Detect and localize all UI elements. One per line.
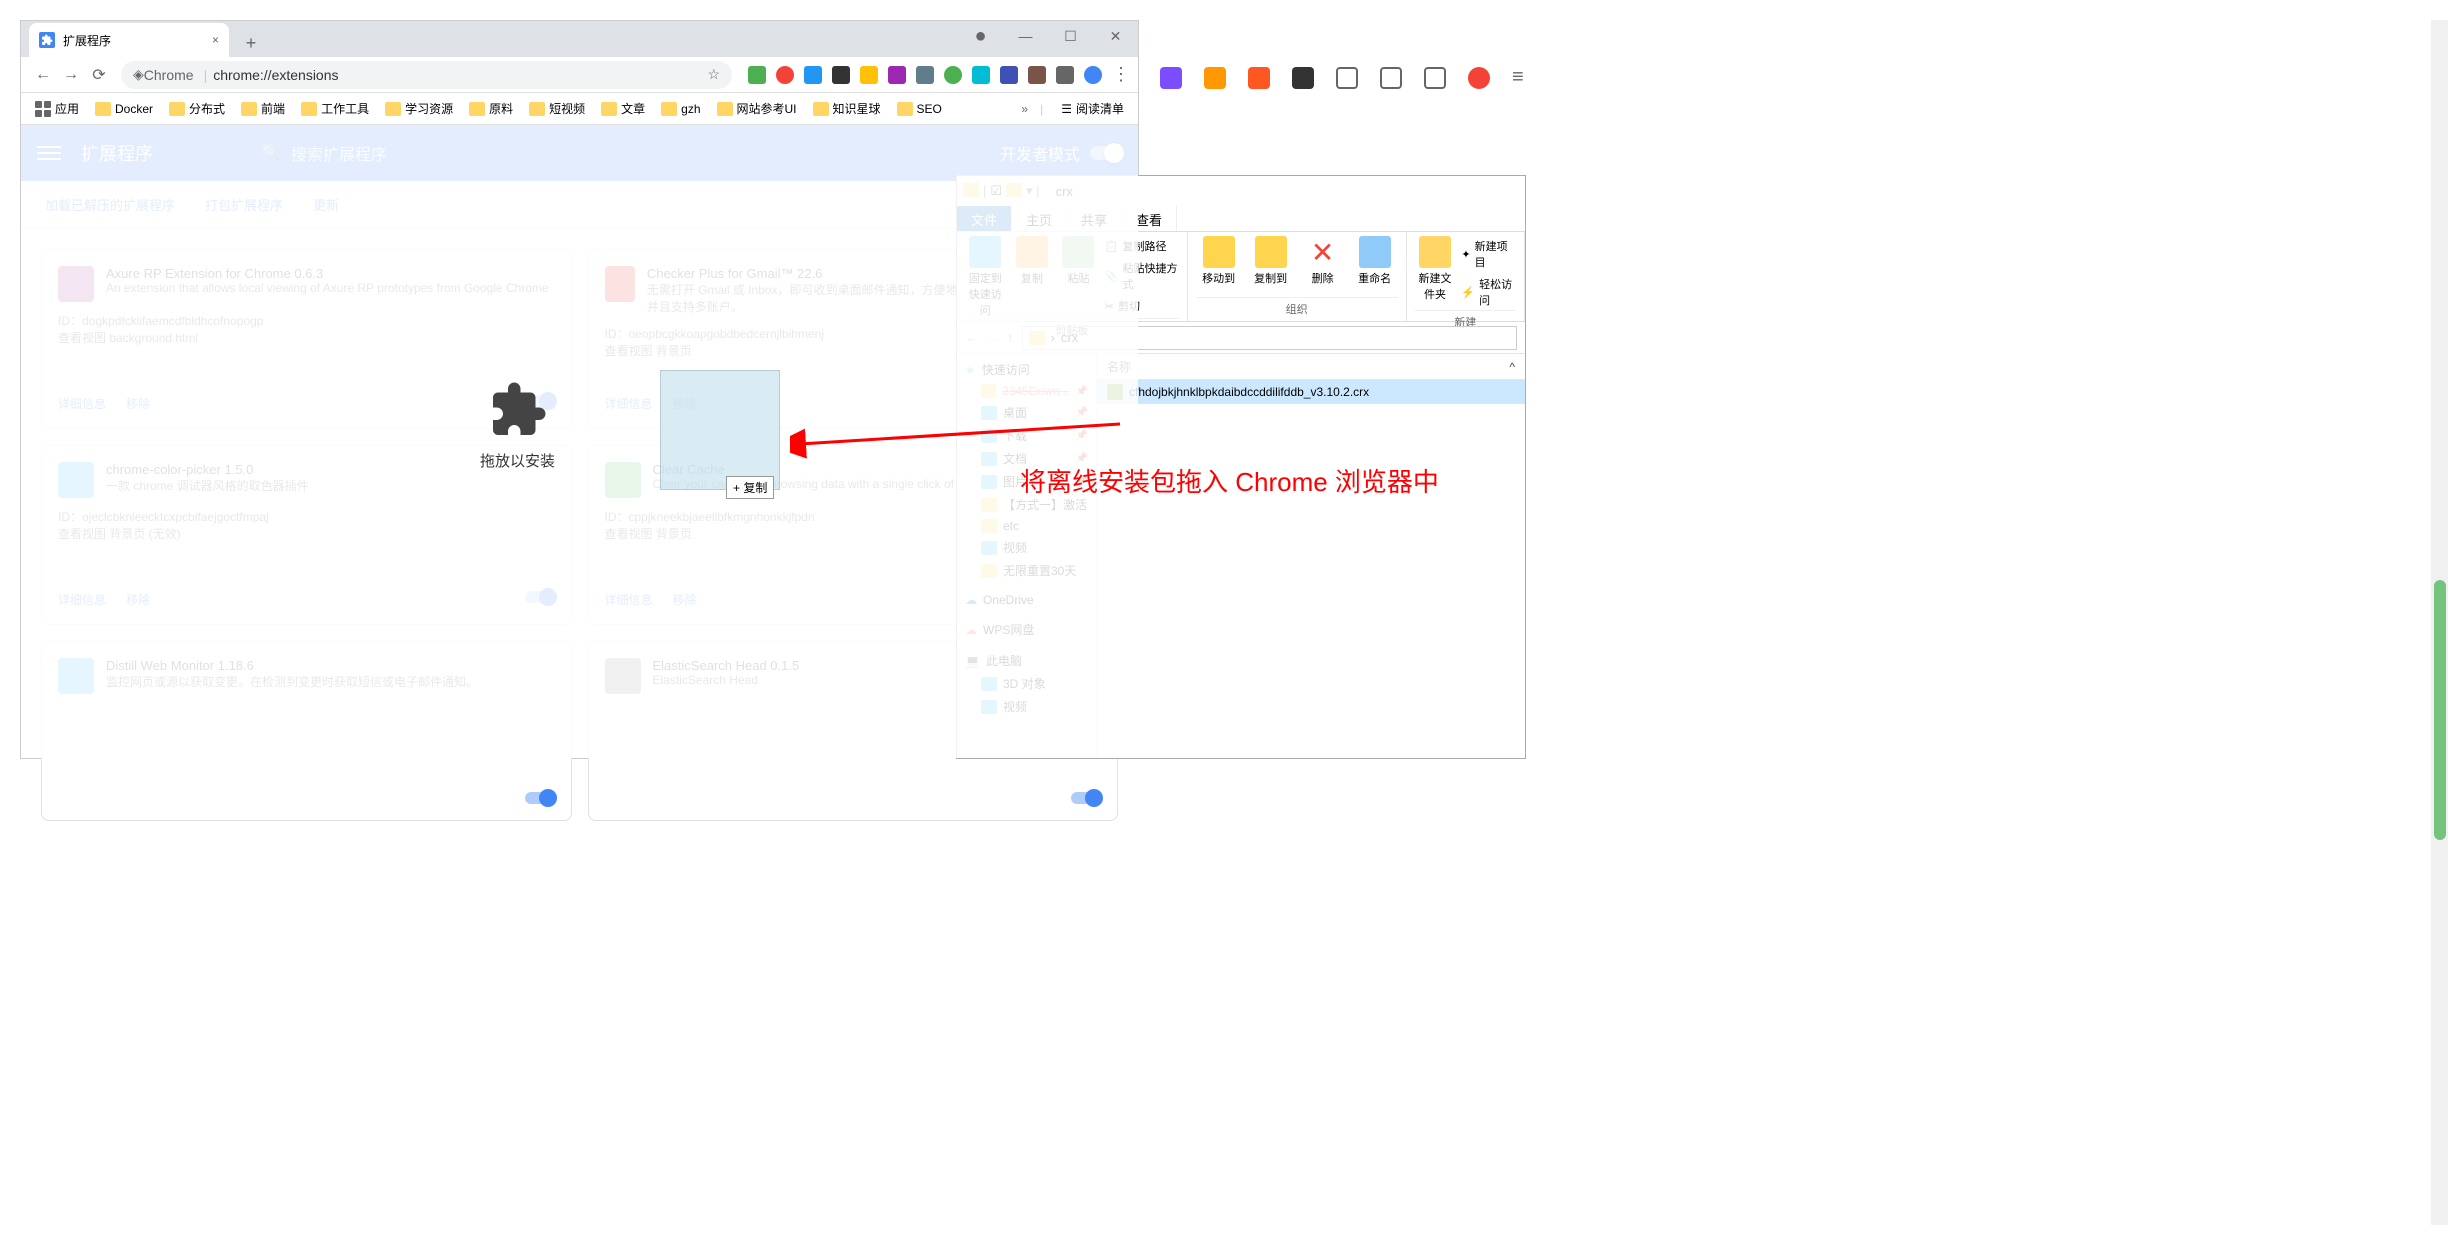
ext-icon[interactable] bbox=[1028, 66, 1046, 84]
right-extension-toolbar: ≡ bbox=[1160, 66, 1524, 89]
reading-list-icon: ☰ bbox=[1061, 102, 1072, 116]
ext-icon[interactable] bbox=[916, 66, 934, 84]
puzzle-icon bbox=[488, 380, 548, 440]
drop-install-target[interactable]: 拖放以安装 bbox=[480, 380, 555, 471]
bookmark-folder[interactable]: 网站参考UI bbox=[711, 96, 803, 121]
reload-button[interactable]: ⟳ bbox=[85, 61, 113, 89]
ext-icon[interactable] bbox=[776, 66, 794, 84]
enable-toggle[interactable] bbox=[1071, 792, 1101, 804]
minimize-button[interactable]: — bbox=[1003, 21, 1048, 51]
bookmark-folder[interactable]: gzh bbox=[655, 98, 706, 120]
bookmark-folder[interactable]: 文章 bbox=[595, 96, 651, 121]
bookmarks-overflow[interactable]: » bbox=[1021, 102, 1028, 116]
record-icon[interactable] bbox=[1468, 67, 1490, 89]
ext-icon[interactable] bbox=[748, 66, 766, 84]
scroll-thumb[interactable] bbox=[2434, 580, 2446, 840]
translate-icon[interactable] bbox=[1160, 67, 1182, 89]
back-button[interactable]: ← bbox=[29, 61, 57, 89]
file-name: cfhdojbkjhnklbpkdaibdccddilifddb_v3.10.2… bbox=[1129, 385, 1369, 399]
ribbon-group-new: 新建文件夹 ✦新建项目 ⚡轻松访问 新建 bbox=[1407, 232, 1525, 321]
site-info-icon[interactable]: ◈ bbox=[133, 66, 144, 83]
new-tab-button[interactable]: + bbox=[237, 29, 265, 57]
easy-access-button[interactable]: ⚡轻松访问 bbox=[1461, 276, 1516, 308]
close-window-button[interactable]: ✕ bbox=[1093, 21, 1138, 51]
ext-icon[interactable] bbox=[1000, 66, 1018, 84]
new-folder-button[interactable]: 新建文件夹 bbox=[1415, 236, 1456, 302]
close-tab-icon[interactable]: × bbox=[212, 33, 219, 47]
delete-button[interactable]: ✕删除 bbox=[1300, 236, 1346, 286]
bookmark-folder[interactable]: 原料 bbox=[463, 96, 519, 121]
ext-icon[interactable] bbox=[832, 66, 850, 84]
browser-tab[interactable]: 扩展程序 × bbox=[29, 23, 229, 57]
add-icon[interactable] bbox=[1292, 67, 1314, 89]
apps-button[interactable]: 应用 bbox=[29, 96, 85, 121]
bookmark-folder[interactable]: Docker bbox=[89, 98, 159, 120]
page-scrollbar[interactable] bbox=[2431, 20, 2448, 1225]
copy-hint-tooltip: + 复制 bbox=[726, 476, 774, 499]
bookmark-folder[interactable]: 学习资源 bbox=[379, 96, 459, 121]
bookmark-folder[interactable]: SEO bbox=[891, 98, 948, 120]
profile-avatar-icon[interactable] bbox=[1084, 66, 1102, 84]
moveto-button[interactable]: 移动到 bbox=[1196, 236, 1242, 286]
bookmarks-bar: 应用 Docker 分布式 前端 工作工具 学习资源 原料 短视频 文章 gzh… bbox=[21, 93, 1138, 125]
bookmark-folder[interactable]: 短视频 bbox=[523, 96, 591, 121]
star-bookmark-icon[interactable]: ☆ bbox=[707, 66, 720, 83]
puzzle-icon[interactable] bbox=[1056, 66, 1074, 84]
menu-button[interactable]: ⋮ bbox=[1112, 64, 1130, 85]
bookmark-folder[interactable]: 前端 bbox=[235, 96, 291, 121]
reading-list-button[interactable]: ☰ 阅读清单 bbox=[1055, 96, 1130, 121]
drop-label: 拖放以安装 bbox=[480, 450, 555, 471]
ext-icon[interactable] bbox=[888, 66, 906, 84]
tab-strip: 扩展程序 × + ● — ☐ ✕ bbox=[21, 21, 1138, 57]
url-field[interactable]: ◈ Chrome | chrome://extensions ☆ bbox=[121, 61, 732, 89]
menu-icon[interactable]: ≡ bbox=[1512, 66, 1524, 89]
account-icon[interactable]: ● bbox=[958, 21, 1003, 51]
tab-title: 扩展程序 bbox=[63, 32, 111, 49]
url-text: chrome://extensions bbox=[213, 67, 338, 83]
ext-icon[interactable] bbox=[860, 66, 878, 84]
ext-icon[interactable] bbox=[804, 66, 822, 84]
bookmark-folder[interactable]: 分布式 bbox=[163, 96, 231, 121]
extension-icons-row: ⋮ bbox=[748, 64, 1130, 85]
panel-icon[interactable] bbox=[1380, 67, 1402, 89]
maximize-button[interactable]: ☐ bbox=[1048, 21, 1093, 51]
chrome-browser-window: 扩展程序 × + ● — ☐ ✕ ← → ⟳ ◈ Chrome | chrome… bbox=[20, 20, 1139, 759]
enable-toggle[interactable] bbox=[525, 792, 555, 804]
battery-icon[interactable] bbox=[1424, 67, 1446, 89]
file-list: 名称 ^ cfhdojbkjhnklbpkdaibdccddilifddb_v3… bbox=[1097, 354, 1525, 758]
ext-icon[interactable] bbox=[1248, 67, 1270, 89]
drop-overlay bbox=[21, 125, 1138, 758]
extension-icon bbox=[39, 32, 55, 48]
ext-icon[interactable] bbox=[944, 66, 962, 84]
forward-button[interactable]: → bbox=[57, 61, 85, 89]
rename-button[interactable]: 重命名 bbox=[1352, 236, 1398, 286]
url-origin: Chrome bbox=[144, 67, 194, 83]
bookmark-folder[interactable]: 知识星球 bbox=[807, 96, 887, 121]
copyto-button[interactable]: 复制到 bbox=[1248, 236, 1294, 286]
address-bar: ← → ⟳ ◈ Chrome | chrome://extensions ☆ ⋮ bbox=[21, 57, 1138, 93]
bookmark-folder[interactable]: 工作工具 bbox=[295, 96, 375, 121]
column-header[interactable]: 名称 ^ bbox=[1097, 354, 1525, 380]
drag-ghost bbox=[660, 370, 780, 490]
shield-icon[interactable] bbox=[1204, 67, 1226, 89]
new-item-button[interactable]: ✦新建项目 bbox=[1461, 238, 1516, 270]
ext-icon[interactable] bbox=[972, 66, 990, 84]
window-controls: ● — ☐ ✕ bbox=[958, 21, 1138, 51]
file-row-crx[interactable]: cfhdojbkjhnklbpkdaibdccddilifddb_v3.10.2… bbox=[1097, 380, 1525, 404]
annotation-text: 将离线安装包拖入 Chrome 浏览器中 bbox=[1020, 462, 1439, 499]
ribbon-group-organize: 移动到 复制到 ✕删除 重命名 组织 bbox=[1188, 232, 1407, 321]
grid-icon[interactable] bbox=[1336, 67, 1358, 89]
extensions-page: 扩展程序 🔍 搜索扩展程序 开发者模式 加载已解压的扩展程序 打包扩展程序 更新… bbox=[21, 125, 1138, 758]
